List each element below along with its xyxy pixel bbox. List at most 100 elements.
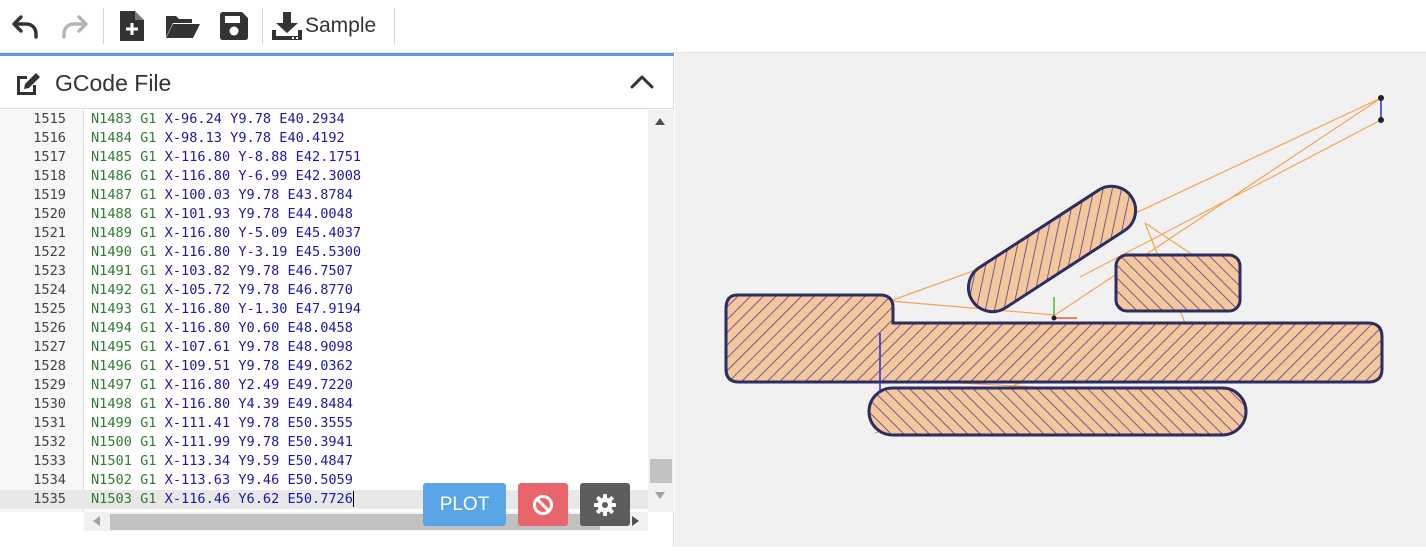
code-line[interactable]: 1522 N1490 G1 X-116.80 Y-3.19 E45.5300	[0, 243, 648, 262]
gcode-text: N1498 G1 X-116.80 Y4.39 E49.8484	[91, 395, 353, 414]
line-number: 1534	[33, 472, 66, 488]
line-number: 1535	[33, 491, 66, 507]
line-label: N1493	[91, 301, 132, 317]
vertical-scrollbar[interactable]	[648, 110, 674, 512]
line-label: N1501	[91, 453, 132, 469]
y-param: Y0.60	[238, 320, 280, 336]
line-number: 1529	[33, 377, 66, 393]
line-label: N1498	[91, 396, 132, 412]
undo-button[interactable]	[8, 0, 42, 52]
panel-header: GCode File	[0, 56, 674, 109]
gear-icon	[594, 493, 616, 516]
toolpath-part	[867, 386, 1248, 437]
x-param: X-116.46	[164, 491, 231, 507]
code-line[interactable]: 1520 N1488 G1 X-101.93 Y9.78 E44.0048	[0, 205, 648, 224]
plot-button[interactable]: PLOT	[423, 483, 506, 526]
code-line[interactable]: 1529 N1497 G1 X-116.80 Y2.49 E49.7220	[0, 376, 648, 395]
waypoint-marker	[1378, 117, 1384, 123]
command-code: G1	[140, 434, 157, 450]
code-line[interactable]: 1521 N1489 G1 X-116.80 Y-5.09 E45.4037	[0, 224, 648, 243]
e-param: E42.3008	[295, 168, 362, 184]
e-param: E48.9098	[287, 339, 353, 355]
code-line[interactable]: 1519 N1487 G1 X-100.03 Y9.78 E43.8784	[0, 186, 648, 205]
line-number: 1532	[33, 434, 66, 450]
x-param: X-113.34	[164, 453, 231, 469]
gcode-text: N1485 G1 X-116.80 Y-8.88 E42.1751	[91, 148, 361, 167]
redo-button[interactable]	[58, 0, 92, 52]
gcode-text: N1487 G1 X-100.03 Y9.78 E43.8784	[91, 186, 353, 205]
command-code: G1	[140, 244, 157, 260]
toolpath-plot[interactable]	[675, 53, 1426, 547]
code-line[interactable]: 1531 N1499 G1 X-111.41 Y9.78 E50.3555	[0, 414, 648, 433]
e-param: E49.0362	[287, 358, 353, 374]
x-param: X-111.99	[164, 434, 231, 450]
scroll-up-arrow-icon[interactable]	[655, 118, 665, 125]
gcode-editor[interactable]: 1515 N1483 G1 X-96.24 Y9.78 E40.2934 1516 N…	[0, 110, 648, 512]
toolbar-divider	[394, 8, 395, 44]
command-code: G1	[140, 358, 157, 374]
e-param: E50.5059	[287, 472, 353, 488]
line-number: 1524	[33, 282, 66, 298]
code-line[interactable]: 1515 N1483 G1 X-96.24 Y9.78 E40.2934	[0, 110, 648, 129]
code-line[interactable]: 1517 N1485 G1 X-116.80 Y-8.88 E42.1751	[0, 148, 648, 167]
vertical-scroll-thumb[interactable]	[650, 459, 672, 483]
scroll-down-arrow-icon[interactable]	[655, 492, 665, 499]
scroll-left-arrow-icon[interactable]	[93, 516, 100, 526]
y-param: Y9.78	[238, 263, 280, 279]
settings-button[interactable]	[580, 483, 630, 526]
command-code: G1	[140, 111, 157, 127]
code-line[interactable]: 1533 N1501 G1 X-113.34 Y9.59 E50.4847	[0, 452, 648, 471]
command-code: G1	[140, 453, 157, 469]
line-number: 1523	[33, 263, 66, 279]
gcode-text: N1490 G1 X-116.80 Y-3.19 E45.5300	[91, 243, 361, 262]
command-code: G1	[140, 301, 157, 317]
save-button[interactable]	[218, 0, 250, 52]
e-param: E46.8770	[287, 282, 353, 298]
line-number: 1528	[33, 358, 66, 374]
text-cursor	[352, 491, 354, 507]
code-line[interactable]: 1516 N1484 G1 X-98.13 Y9.78 E40.4192	[0, 129, 648, 148]
sample-button[interactable]: Sample	[271, 0, 385, 52]
code-line[interactable]: 1526 N1494 G1 X-116.80 Y0.60 E48.0458	[0, 319, 648, 338]
x-param: X-109.51	[164, 358, 231, 374]
code-line[interactable]: 1527 N1495 G1 X-107.61 Y9.78 E48.9098	[0, 338, 648, 357]
toolpath-viewport[interactable]	[675, 53, 1426, 547]
y-param: Y6.62	[238, 491, 280, 507]
code-line[interactable]: 1524 N1492 G1 X-105.72 Y9.78 E46.8770	[0, 281, 648, 300]
line-label: N1488	[91, 206, 132, 222]
code-line[interactable]: 1518 N1486 G1 X-116.80 Y-6.99 E42.3008	[0, 167, 648, 186]
y-param: Y-8.88	[238, 149, 288, 165]
gcode-text: N1501 G1 X-113.34 Y9.59 E50.4847	[91, 452, 353, 471]
code-line[interactable]: 1530 N1498 G1 X-116.80 Y4.39 E49.8484	[0, 395, 648, 414]
y-param: Y-1.30	[238, 301, 288, 317]
chevron-up-icon[interactable]	[629, 72, 655, 90]
gcode-text: N1493 G1 X-116.80 Y-1.30 E47.9194	[91, 300, 361, 319]
e-param: E44.0048	[287, 206, 353, 222]
x-param: X-116.80	[164, 225, 231, 241]
code-line[interactable]: 1528 N1496 G1 X-109.51 Y9.78 E49.0362	[0, 357, 648, 376]
x-param: X-111.41	[164, 415, 231, 431]
command-code: G1	[140, 225, 157, 241]
e-param: E47.9194	[295, 301, 362, 317]
gcode-text: N1492 G1 X-105.72 Y9.78 E46.8770	[91, 281, 353, 300]
open-folder-button[interactable]	[164, 0, 202, 52]
gcode-text: N1495 G1 X-107.61 Y9.78 E48.9098	[91, 338, 353, 357]
line-label: N1487	[91, 187, 132, 203]
stop-button[interactable]	[518, 483, 568, 526]
code-line[interactable]: 1523 N1491 G1 X-103.82 Y9.78 E46.7507	[0, 262, 648, 281]
code-line[interactable]: 1525 N1493 G1 X-116.80 Y-1.30 E47.9194	[0, 300, 648, 319]
command-code: G1	[140, 491, 157, 507]
scroll-right-arrow-icon[interactable]	[632, 516, 639, 526]
new-file-button[interactable]	[116, 0, 148, 52]
x-param: X-116.80	[164, 320, 231, 336]
gcode-text: N1483 G1 X-96.24 Y9.78 E40.2934	[91, 110, 345, 129]
y-param: Y9.78	[230, 111, 272, 127]
line-number: 1519	[33, 187, 66, 203]
code-line[interactable]: 1532 N1500 G1 X-111.99 Y9.78 E50.3941	[0, 433, 648, 452]
sample-label: Sample	[305, 14, 377, 37]
line-number: 1526	[33, 320, 66, 336]
y-param: Y9.78	[238, 206, 280, 222]
gcode-text: N1496 G1 X-109.51 Y9.78 E49.0362	[91, 357, 353, 376]
line-label: N1499	[91, 415, 132, 431]
e-param: E50.7726	[287, 491, 353, 507]
